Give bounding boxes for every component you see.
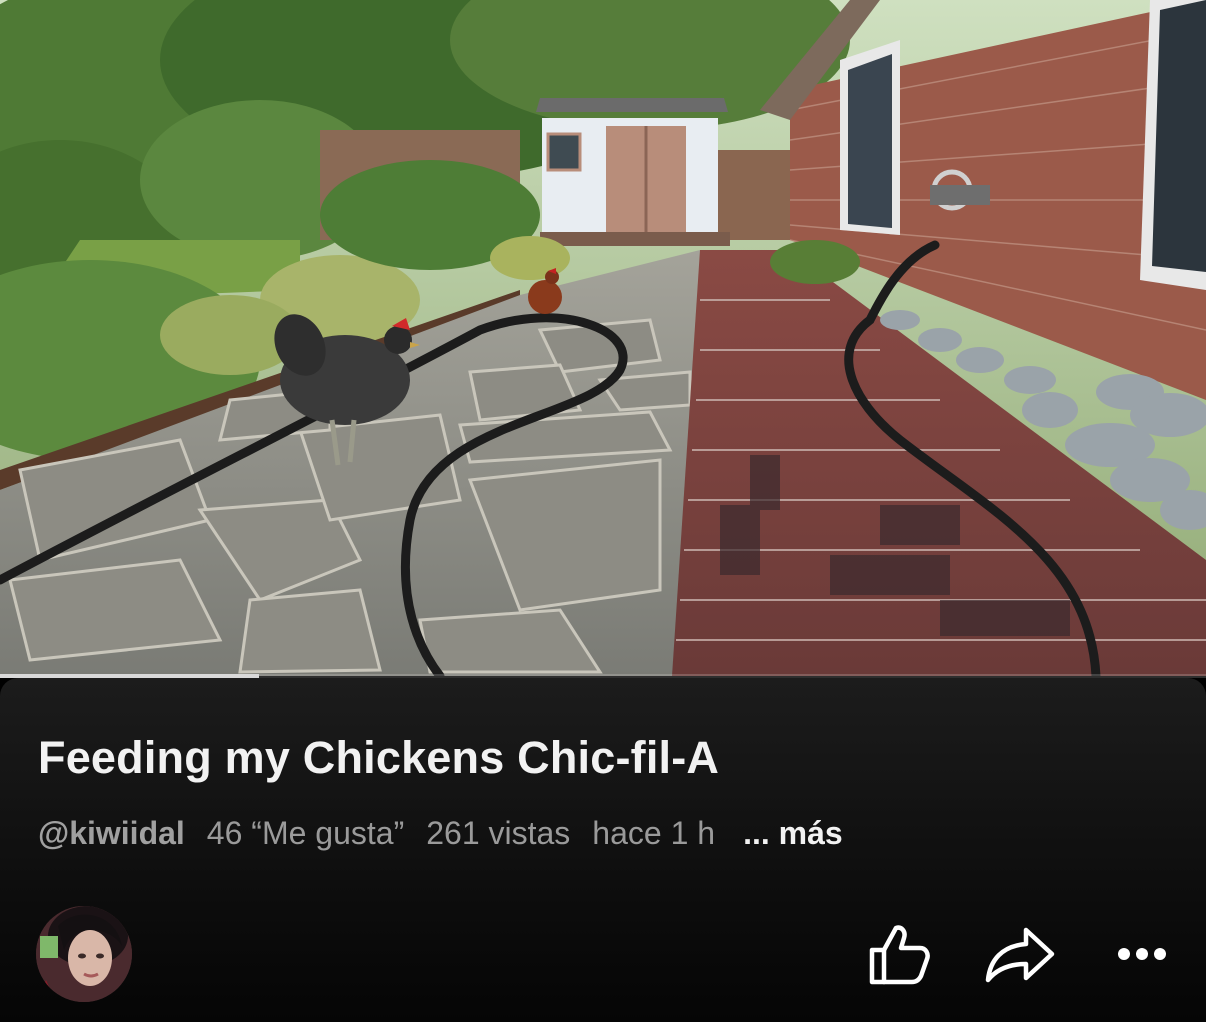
share-button[interactable] <box>982 920 1060 990</box>
channel-handle[interactable]: @kiwiidal <box>38 815 185 852</box>
thumbs-up-icon <box>869 925 930 985</box>
more-options-button[interactable] <box>1110 920 1180 990</box>
channel-avatar[interactable] <box>36 906 132 1002</box>
show-more-link[interactable]: ... más <box>743 815 843 852</box>
like-button[interactable] <box>862 920 936 990</box>
video-frame-image <box>0 0 1206 676</box>
video-player[interactable] <box>0 0 1206 676</box>
like-count: 46 “Me gusta” <box>206 815 405 851</box>
share-arrow-icon <box>985 927 1055 983</box>
video-meta-row[interactable]: @kiwiidal 46 “Me gusta” 261 vistas hace … <box>38 815 843 852</box>
more-dots-icon <box>1118 948 1166 960</box>
avatar-image <box>36 906 132 1002</box>
video-title[interactable]: Feeding my Chickens Chic-fil-A <box>38 732 719 784</box>
upload-time: hace 1 h <box>592 815 716 851</box>
view-count: 261 vistas <box>426 815 571 851</box>
